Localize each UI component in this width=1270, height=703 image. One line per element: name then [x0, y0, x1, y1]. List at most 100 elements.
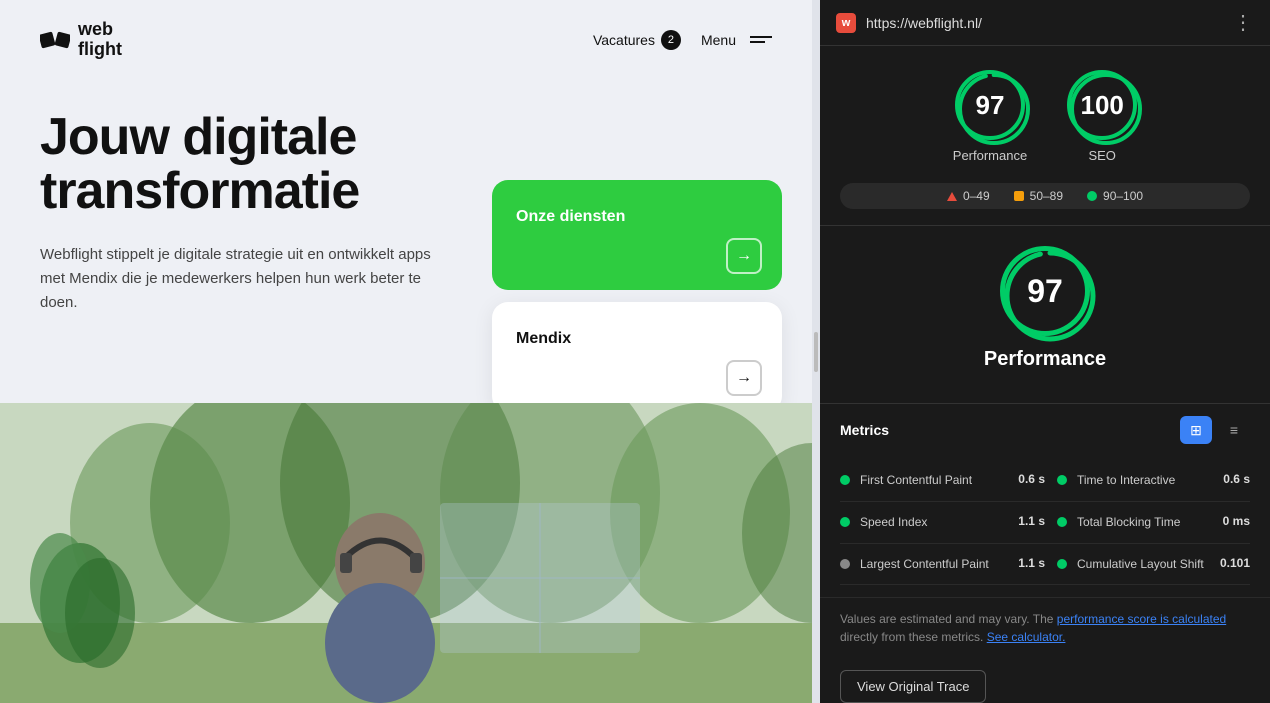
metrics-header: Metrics ⊞ ≡ — [840, 416, 1250, 444]
metrics-grid: First Contentful Paint 0.6 s Time to Int… — [840, 460, 1250, 585]
metric-name-cls: Cumulative Layout Shift — [1077, 556, 1204, 573]
scores-section: 97 Performance 100 SEO 0–49 — [820, 46, 1270, 226]
menu-label: Menu — [701, 32, 736, 48]
metric-value-lcp: 1.1 s — [1018, 556, 1045, 570]
legend-50-89-label: 50–89 — [1030, 189, 1063, 203]
metric-dot-fcp — [840, 475, 850, 485]
metrics-title: Metrics — [840, 422, 889, 438]
legend-50-89: 50–89 — [1002, 189, 1075, 203]
score-seo: 100 SEO — [1067, 70, 1137, 163]
metric-dot-tti — [1057, 475, 1067, 485]
card-white-arrow: → — [726, 360, 762, 396]
legend-90-100: 90–100 — [1075, 189, 1155, 203]
metric-dot-si — [840, 517, 850, 527]
hero-title: Jouw digitale transformatie — [40, 110, 460, 219]
score-circle-seo: 100 — [1067, 70, 1137, 140]
card-green-arrow: → — [726, 238, 762, 274]
bottom-bar: View Original Trace — [820, 658, 1270, 703]
metric-value-tti: 0.6 s — [1223, 472, 1250, 486]
metric-name-si: Speed Index — [860, 514, 927, 531]
detail-section: 97 Performance — [820, 226, 1270, 404]
metric-inner-tti: Time to Interactive 0.6 s — [1077, 472, 1250, 489]
hero-subtitle: Webflight stippelt je digitale strategie… — [40, 243, 440, 315]
metrics-section: Metrics ⊞ ≡ First Contentful Paint 0.6 s — [820, 404, 1270, 597]
metric-row-tbt: Total Blocking Time 0 ms — [1045, 502, 1250, 544]
legend-90-100-label: 90–100 — [1103, 189, 1143, 203]
score-performance: 97 Performance — [953, 70, 1027, 163]
score-circle-performance: 97 — [955, 70, 1025, 140]
resize-handle — [814, 332, 818, 372]
hero-content: Jouw digitale transformatie Webflight st… — [0, 80, 500, 315]
info-text-after: directly from these metrics. — [840, 630, 987, 644]
performance-score-label: Performance — [953, 148, 1027, 163]
metric-name-lcp: Largest Contentful Paint — [860, 556, 989, 573]
metric-dot-lcp — [840, 559, 850, 569]
card-green-diensten[interactable]: Onze diensten → — [492, 180, 782, 290]
view-original-trace-button[interactable]: View Original Trace — [840, 670, 986, 703]
metric-inner-fcp: First Contentful Paint 0.6 s — [860, 472, 1045, 489]
right-panel: w https://webflight.nl/ ⋮ 97 Performance — [820, 0, 1270, 703]
view-toggle: ⊞ ≡ — [1180, 416, 1250, 444]
card-white-label: Mendix — [516, 330, 571, 347]
logo-text-flight: flight — [78, 40, 122, 60]
seo-score-label: SEO — [1088, 148, 1115, 163]
legend-0-49: 0–49 — [935, 189, 1002, 203]
hero-svg — [0, 403, 812, 703]
menu-icon — [750, 36, 772, 43]
legend-0-49-label: 0–49 — [963, 189, 990, 203]
metric-name-fcp: First Contentful Paint — [860, 472, 972, 489]
logo-text-web: web — [78, 20, 122, 40]
legend-square-icon — [1014, 191, 1024, 201]
logo[interactable]: web flight — [40, 20, 122, 60]
metric-dot-tbt — [1057, 517, 1067, 527]
detail-title: Performance — [984, 348, 1106, 371]
metric-inner-cls: Cumulative Layout Shift 0.101 — [1077, 556, 1250, 573]
metric-row-lcp: Largest Contentful Paint 1.1 s — [840, 544, 1045, 586]
hero-image — [0, 403, 812, 703]
metric-name-tbt: Total Blocking Time — [1077, 514, 1180, 531]
scores-row: 97 Performance 100 SEO — [840, 70, 1250, 163]
vacatures-badge: 2 — [661, 30, 681, 50]
list-icon: ≡ — [1230, 422, 1238, 438]
grid-icon: ⊞ — [1190, 422, 1202, 439]
detail-score-circle: 97 — [1000, 246, 1090, 336]
list-view-btn[interactable]: ≡ — [1218, 416, 1250, 444]
metric-value-si: 1.1 s — [1018, 514, 1045, 528]
cards-area: Onze diensten → Mendix → — [492, 180, 812, 412]
nav-menu[interactable]: Menu — [701, 32, 772, 48]
metric-value-fcp: 0.6 s — [1018, 472, 1045, 486]
panel-divider[interactable] — [812, 0, 820, 703]
url-text: https://webflight.nl/ — [866, 15, 982, 31]
info-text-before: Values are estimated and may vary. The — [840, 612, 1057, 626]
left-panel: web flight Vacatures 2 Menu Jouw digital… — [0, 0, 812, 703]
grid-view-btn[interactable]: ⊞ — [1180, 416, 1212, 444]
card-green-label: Onze diensten — [516, 208, 625, 225]
more-options-icon[interactable]: ⋮ — [1233, 10, 1254, 35]
metric-dot-cls — [1057, 559, 1067, 569]
gauge-svg-seo — [1066, 69, 1146, 149]
topbar: w https://webflight.nl/ ⋮ — [820, 0, 1270, 46]
metric-value-tbt: 0 ms — [1223, 514, 1250, 528]
vacatures-label: Vacatures — [593, 32, 655, 48]
metric-value-cls: 0.101 — [1220, 556, 1250, 570]
performance-score-link[interactable]: performance score is calculated — [1057, 612, 1226, 626]
metric-inner-tbt: Total Blocking Time 0 ms — [1077, 514, 1250, 531]
see-calculator-link[interactable]: See calculator. — [987, 630, 1066, 644]
logo-icon — [40, 25, 70, 55]
legend-dot-icon — [1087, 191, 1097, 201]
info-text: Values are estimated and may vary. The p… — [820, 597, 1270, 658]
nav-right: Vacatures 2 Menu — [593, 30, 772, 50]
metric-inner-lcp: Largest Contentful Paint 1.1 s — [860, 556, 1045, 573]
metric-row-fcp: First Contentful Paint 0.6 s — [840, 460, 1045, 502]
card-white-mendix[interactable]: Mendix → — [492, 302, 782, 412]
site-header: web flight Vacatures 2 Menu — [0, 0, 812, 80]
legend-triangle-icon — [947, 192, 957, 201]
gauge-svg-performance — [954, 69, 1034, 149]
metric-row-cls: Cumulative Layout Shift 0.101 — [1045, 544, 1250, 586]
metric-row-tti: Time to Interactive 0.6 s — [1045, 460, 1250, 502]
metric-name-tti: Time to Interactive — [1077, 472, 1175, 489]
detail-gauge-svg — [1000, 246, 1100, 346]
metric-row-si: Speed Index 1.1 s — [840, 502, 1045, 544]
nav-vacatures[interactable]: Vacatures 2 — [593, 30, 681, 50]
metric-inner-si: Speed Index 1.1 s — [860, 514, 1045, 531]
